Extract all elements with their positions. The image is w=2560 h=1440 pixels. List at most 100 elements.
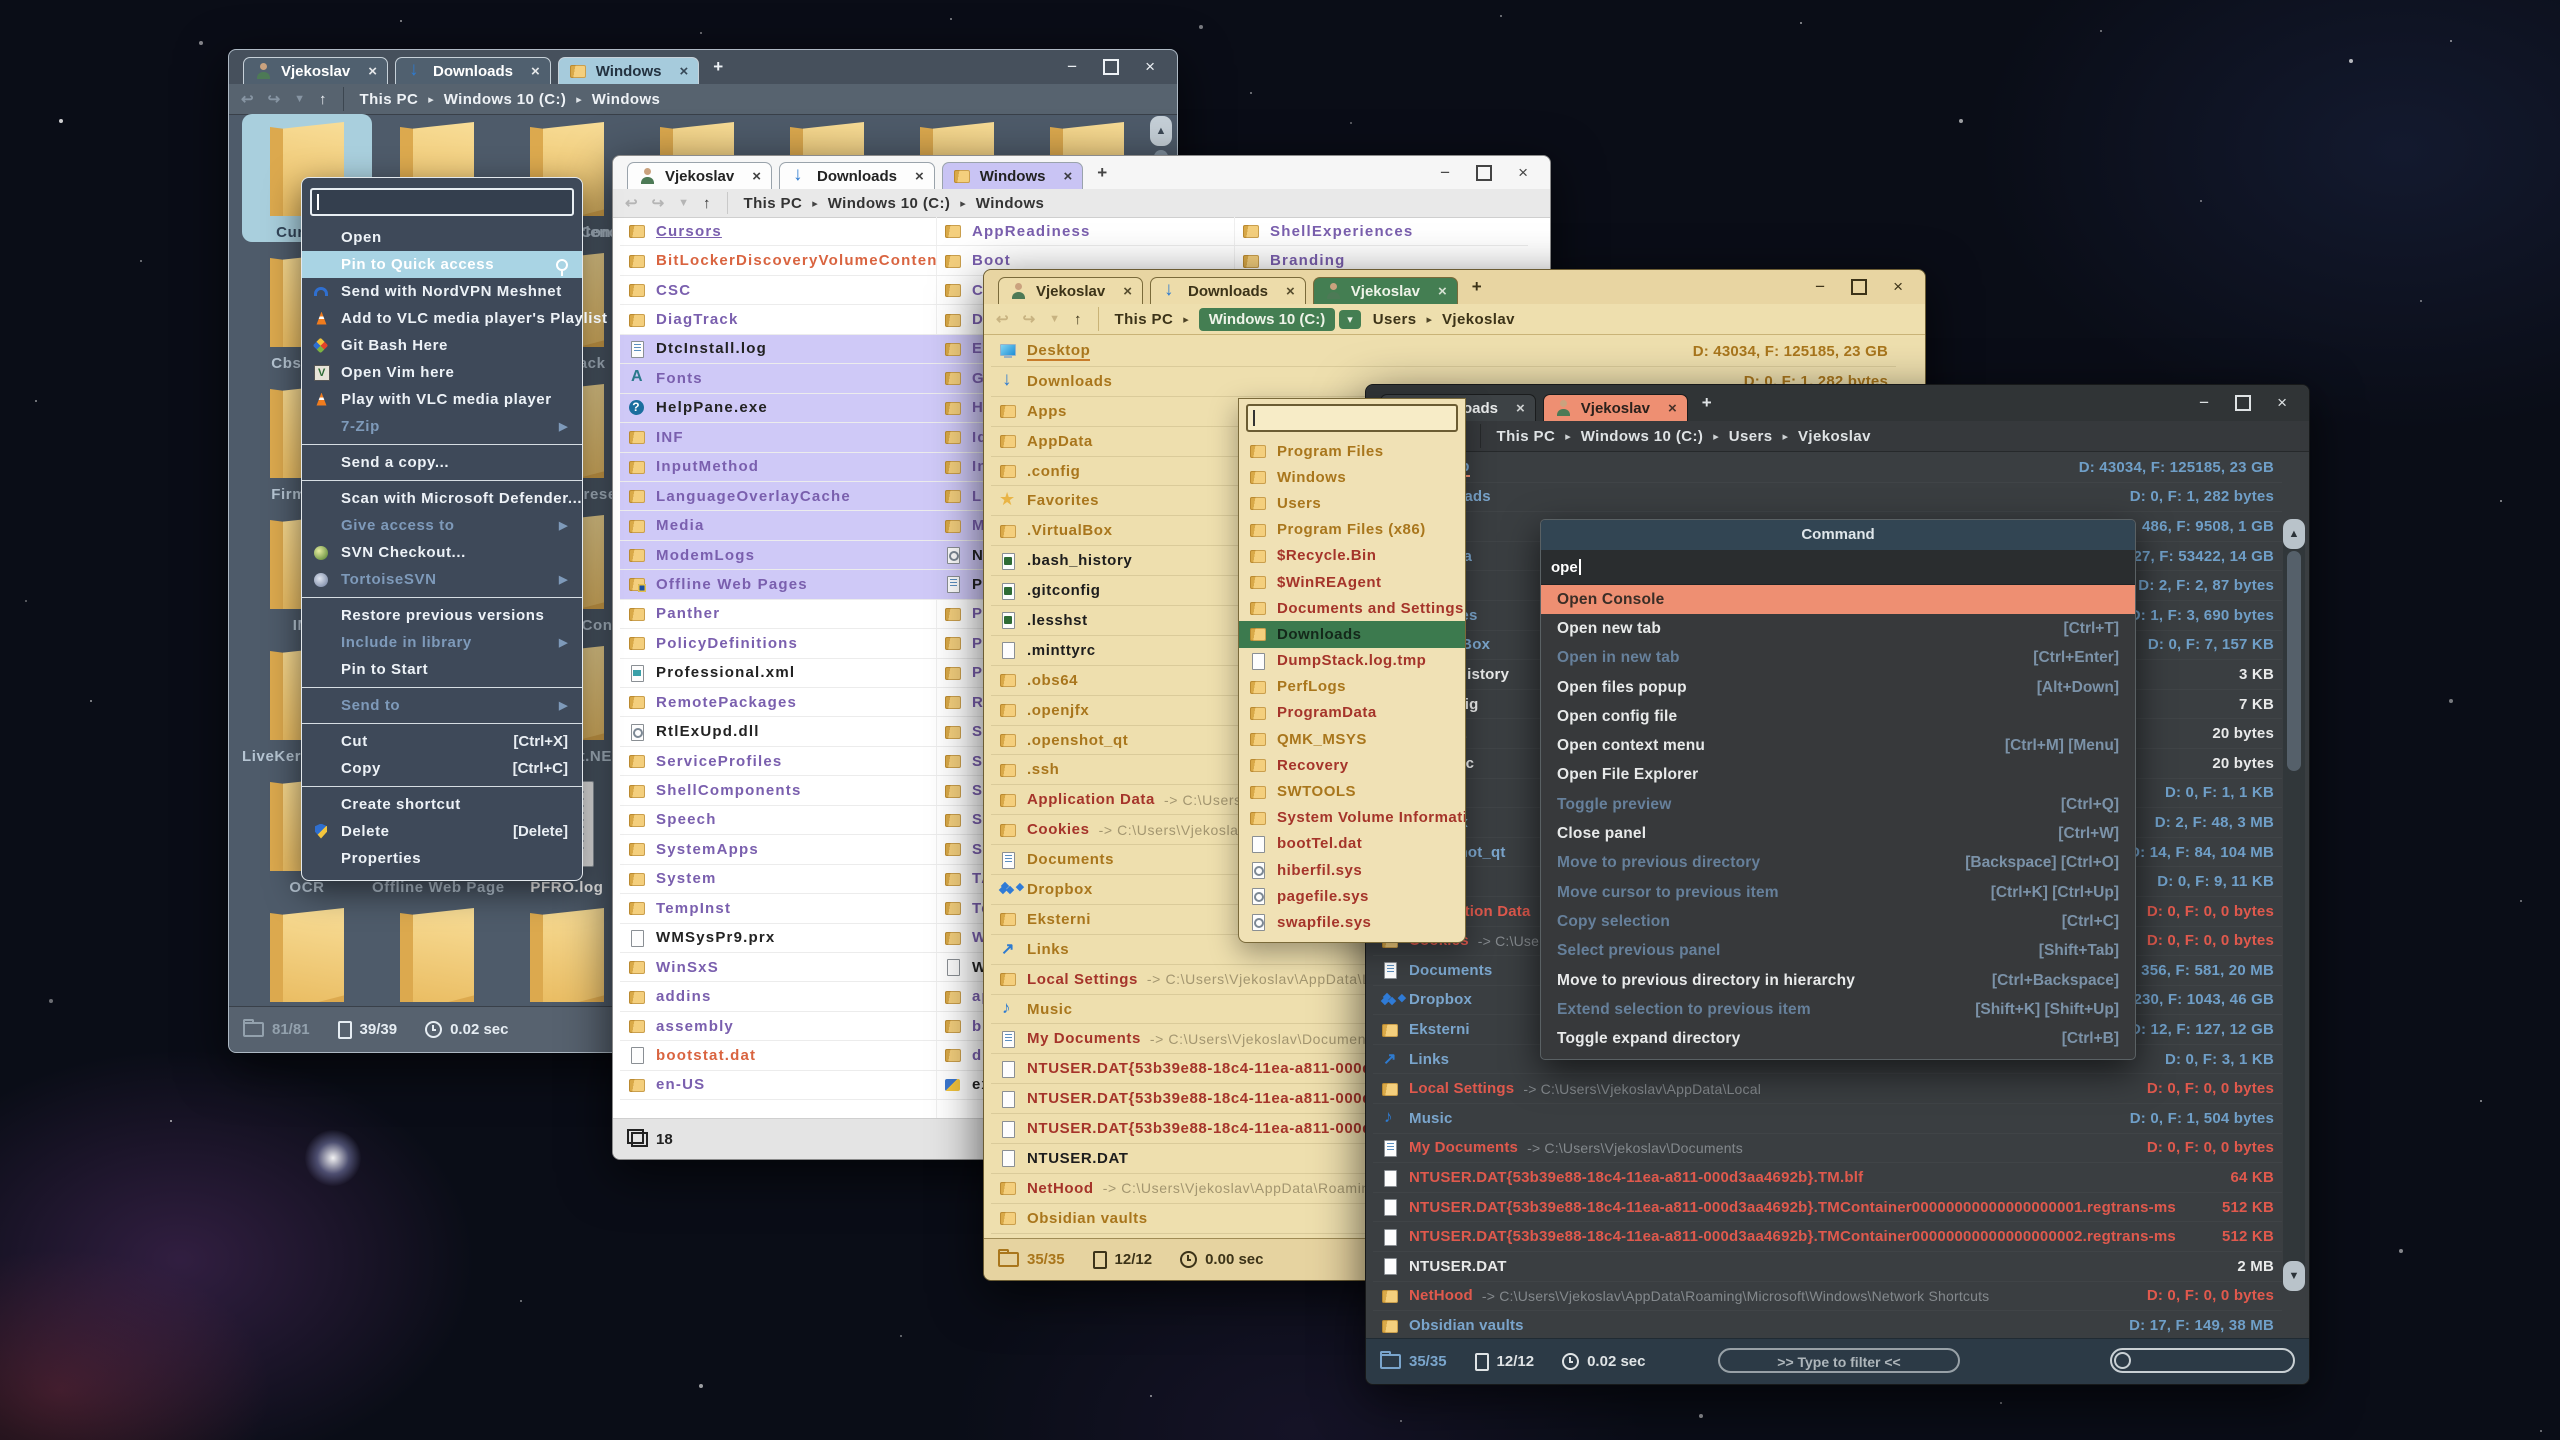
tab[interactable]: Vjekoslav × — [243, 57, 388, 84]
command-item[interactable]: Toggle preview [Ctrl+Q] — [1541, 790, 2135, 819]
back-button[interactable]: ↩ — [996, 310, 1009, 328]
context-menu-item[interactable]: Pin to Quick access — [302, 251, 582, 278]
context-menu-item[interactable]: Send with NordVPN Meshnet — [302, 278, 582, 305]
dropdown-item[interactable]: Windows — [1239, 464, 1465, 490]
file-row[interactable]: en-US — [620, 1071, 936, 1100]
dropdown-item[interactable]: swapfile.sys — [1239, 909, 1465, 935]
drive-dropdown-button[interactable]: ▾ — [1339, 310, 1361, 329]
minimize-button[interactable]: − — [1067, 57, 1077, 77]
context-menu-item[interactable]: Cut [Ctrl+X] — [302, 728, 582, 755]
dropdown-item[interactable]: Downloads — [1239, 621, 1465, 647]
file-row[interactable]: bootstat.dat — [620, 1041, 936, 1070]
breadcrumb-item[interactable]: This PC — [744, 195, 803, 212]
dropdown-item[interactable]: bootTel.dat — [1239, 831, 1465, 857]
context-menu-item[interactable]: Properties — [302, 845, 582, 872]
context-menu-item[interactable]: TortoiseSVN ▶ — [302, 566, 582, 593]
dropdown-item[interactable]: $WinREAgent — [1239, 569, 1465, 595]
context-menu-item[interactable]: SVN Checkout... — [302, 539, 582, 566]
file-icon-cell[interactable]: Prefetch — [372, 900, 502, 1007]
forward-button[interactable]: ↪ — [268, 90, 281, 108]
tab[interactable]: Downloads × — [779, 162, 935, 189]
tab-close-icon[interactable]: × — [679, 63, 688, 80]
breadcrumb-item[interactable]: Users — [1729, 428, 1773, 445]
tab-close-icon[interactable]: × — [915, 168, 924, 185]
type-to-filter-button[interactable]: >> Type to filter << — [1718, 1348, 1960, 1373]
maximize-button[interactable] — [1476, 165, 1492, 181]
context-menu-item[interactable]: Give access to ▶ — [302, 512, 582, 539]
tab[interactable]: Windows × — [558, 57, 699, 84]
file-row[interactable]: NTUSER.DAT{53b39e88-18c4-11ea-a811-000d3… — [1373, 1193, 2282, 1223]
file-row[interactable]: DiagTrack — [620, 305, 936, 334]
maximize-button[interactable] — [2235, 395, 2251, 411]
context-menu-item[interactable]: Open — [302, 224, 582, 251]
command-item[interactable]: Open new tab [Ctrl+T] — [1541, 614, 2135, 643]
file-row[interactable]: Cursors — [620, 217, 936, 246]
close-button[interactable]: × — [2277, 393, 2287, 413]
up-button[interactable]: ↑ — [319, 91, 327, 108]
tab-close-icon[interactable]: × — [1286, 283, 1295, 300]
file-row[interactable]: TempInst — [620, 894, 936, 923]
tab-close-icon[interactable]: × — [1063, 168, 1072, 185]
file-row[interactable]: Desktop D: 43034, F: 125185, 23 GB — [1373, 453, 2282, 483]
command-item[interactable]: Move cursor to previous item [Ctrl+K] [C… — [1541, 878, 2135, 907]
tab-close-icon[interactable]: × — [1123, 283, 1132, 300]
dropdown-item[interactable]: PerfLogs — [1239, 674, 1465, 700]
file-row[interactable]: AppReadiness — [936, 217, 1234, 246]
dropdown-item[interactable]: ProgramData — [1239, 700, 1465, 726]
file-row[interactable]: Local Settings -> C:\Users\Vjekoslav\App… — [1373, 1074, 2282, 1104]
breadcrumb-item[interactable]: Windows 10 (C:) — [828, 195, 951, 212]
file-row[interactable]: ServiceProfiles — [620, 747, 936, 776]
command-item[interactable]: Toggle expand directory [Ctrl+B] — [1541, 1024, 2135, 1053]
dropdown-item[interactable]: Users — [1239, 490, 1465, 516]
breadcrumb-user[interactable]: Vjekoslav — [1442, 311, 1515, 328]
new-tab-button[interactable]: + — [1472, 277, 1482, 297]
new-tab-button[interactable]: + — [1702, 393, 1712, 413]
breadcrumb-this-pc[interactable]: This PC — [1115, 311, 1174, 328]
file-row[interactable]: LanguageOverlayCache — [620, 482, 936, 511]
tab-close-icon[interactable]: × — [1438, 283, 1447, 300]
dropdown-item[interactable]: Program Files — [1239, 438, 1465, 464]
context-menu-item[interactable]: Send to ▶ — [302, 692, 582, 719]
scroll-up-icon[interactable]: ▲ — [2283, 519, 2305, 549]
file-row[interactable]: HelpPane.exe — [620, 394, 936, 423]
command-item[interactable]: Select previous panel [Shift+Tab] — [1541, 937, 2135, 966]
command-item[interactable]: Move to previous directory [Backspace] [… — [1541, 849, 2135, 878]
tab[interactable]: Vjekoslav × — [627, 162, 772, 189]
new-tab-button[interactable]: + — [1097, 163, 1107, 183]
file-row[interactable]: Downloads D: 0, F: 1, 282 bytes — [1373, 483, 2282, 513]
dropdown-item[interactable]: System Volume Information — [1239, 805, 1465, 831]
maximize-button[interactable] — [1851, 279, 1867, 295]
file-row[interactable]: WMSysPr9.prx — [620, 924, 936, 953]
context-menu-item[interactable]: Play with VLC media player — [302, 386, 582, 413]
dropdown-item[interactable]: DumpStack.log.tmp — [1239, 648, 1465, 674]
file-row[interactable]: RemotePackages — [620, 688, 936, 717]
file-row[interactable]: ModemLogs — [620, 541, 936, 570]
close-button[interactable]: × — [1145, 57, 1155, 77]
up-button[interactable]: ↑ — [1074, 311, 1082, 328]
breadcrumb-drive-selected[interactable]: Windows 10 (C:) — [1199, 308, 1336, 331]
dropdown-filter-input[interactable] — [1246, 404, 1458, 432]
file-row[interactable]: Speech — [620, 806, 936, 835]
scrollbar[interactable]: ▲ ▼ — [2283, 519, 2305, 1291]
minimize-button[interactable]: − — [1440, 163, 1450, 183]
breadcrumb-item[interactable]: Windows 10 (C:) — [1581, 428, 1704, 445]
scrollbar-thumb[interactable] — [2287, 551, 2301, 771]
file-row[interactable]: Obsidian vaults D: 17, F: 149, 38 MB — [1373, 1311, 2282, 1339]
tab-close-icon[interactable]: × — [531, 63, 540, 80]
command-item[interactable]: Move to previous directory in hierarchy … — [1541, 966, 2135, 995]
breadcrumb-item[interactable]: Windows 10 (C:) — [444, 91, 567, 108]
close-button[interactable]: × — [1518, 163, 1528, 183]
file-row[interactable]: NTUSER.DAT{53b39e88-18c4-11ea-a811-000d3… — [1373, 1222, 2282, 1252]
file-row[interactable]: NTUSER.DAT{53b39e88-18c4-11ea-a811-000d3… — [1373, 1163, 2282, 1193]
back-button[interactable]: ↩ — [241, 90, 254, 108]
dropdown-item[interactable]: QMK_MSYS — [1239, 726, 1465, 752]
file-row[interactable]: NTUSER.DAT 2 MB — [1373, 1252, 2282, 1282]
file-row[interactable]: SystemApps — [620, 835, 936, 864]
context-menu-item[interactable]: Delete [Delete] — [302, 818, 582, 845]
back-button[interactable]: ↩ — [625, 194, 638, 212]
file-row[interactable]: PolicyDefinitions — [620, 629, 936, 658]
file-row[interactable]: Offline Web Pages — [620, 570, 936, 599]
tab[interactable]: Vjekoslav × — [1313, 277, 1458, 304]
maximize-button[interactable] — [1103, 59, 1119, 75]
history-dropdown-button[interactable]: ▼ — [678, 197, 689, 209]
